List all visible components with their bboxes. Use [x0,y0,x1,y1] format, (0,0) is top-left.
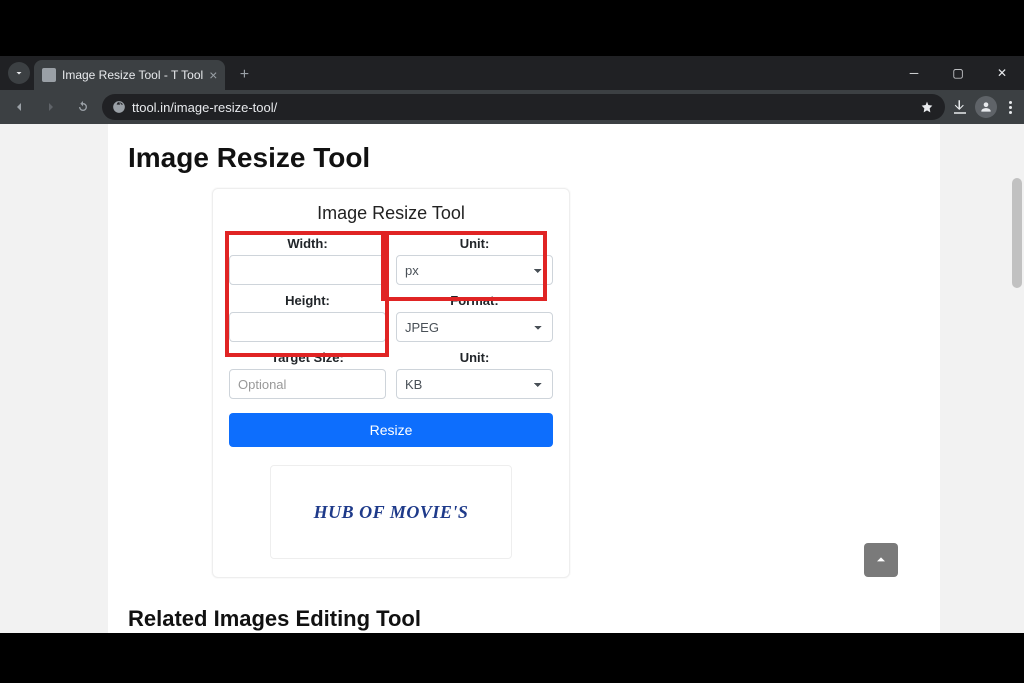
address-bar[interactable]: ttool.in/image-resize-tool/ [102,94,945,120]
page-viewport: Image Resize Tool Image Resize Tool Widt… [0,124,1024,633]
minimize-button[interactable]: ─ [892,66,936,80]
scrollbar-thumb[interactable] [1012,178,1022,288]
format-label: Format: [396,293,553,308]
close-window-button[interactable]: ✕ [980,66,1024,80]
window-controls: ─ ▢ ✕ [892,56,1024,90]
vertical-scrollbar[interactable] [1010,124,1022,633]
width-input[interactable] [229,255,386,285]
tab-close-icon[interactable]: × [209,67,217,83]
browser-window: Image Resize Tool - T Tool × + ─ ▢ ✕ tto… [0,56,1024,633]
address-bar-row: ttool.in/image-resize-tool/ [0,90,1024,124]
ad-text: HUB OF MOVIE'S [314,502,469,523]
form-grid: Width: Unit: px Height: Format: [229,236,553,447]
back-button[interactable] [6,94,32,120]
tab-title: Image Resize Tool - T Tool [62,68,203,82]
forward-button[interactable] [38,94,64,120]
reload-button[interactable] [70,94,96,120]
width-label: Width: [229,236,386,251]
maximize-button[interactable]: ▢ [936,66,980,80]
site-settings-icon [112,100,126,114]
new-tab-button[interactable]: + [231,62,257,88]
target-size-label: Target Size: [229,350,386,365]
letterbox-top [0,0,1024,56]
card-title: Image Resize Tool [229,203,553,224]
height-label: Height: [229,293,386,308]
letterbox-bottom [0,633,1024,683]
format-select[interactable]: JPEG [396,312,553,342]
browser-menu-button[interactable] [1003,101,1018,114]
related-heading: Related Images Editing Tool [128,606,920,632]
resize-tool-card: Image Resize Tool Width: Unit: px Height… [212,188,570,578]
size-unit-label: Unit: [396,350,553,365]
browser-tab[interactable]: Image Resize Tool - T Tool × [34,60,225,90]
bookmark-star-icon[interactable] [919,99,935,115]
tab-strip: Image Resize Tool - T Tool × + ─ ▢ ✕ [0,56,1024,90]
tab-favicon [42,68,56,82]
downloads-icon[interactable] [951,98,969,116]
scroll-to-top-button[interactable] [864,543,898,577]
ad-banner[interactable]: HUB OF MOVIE'S [270,465,512,559]
height-input[interactable] [229,312,386,342]
target-size-input[interactable] [229,369,386,399]
page-title: Image Resize Tool [128,142,920,174]
unit-select[interactable]: px [396,255,553,285]
url-text: ttool.in/image-resize-tool/ [132,100,277,115]
content-column: Image Resize Tool Image Resize Tool Widt… [108,124,940,633]
tab-search-button[interactable] [8,62,30,84]
profile-button[interactable] [975,96,997,118]
unit-label: Unit: [396,236,553,251]
size-unit-select[interactable]: KB [396,369,553,399]
resize-button[interactable]: Resize [229,413,553,447]
